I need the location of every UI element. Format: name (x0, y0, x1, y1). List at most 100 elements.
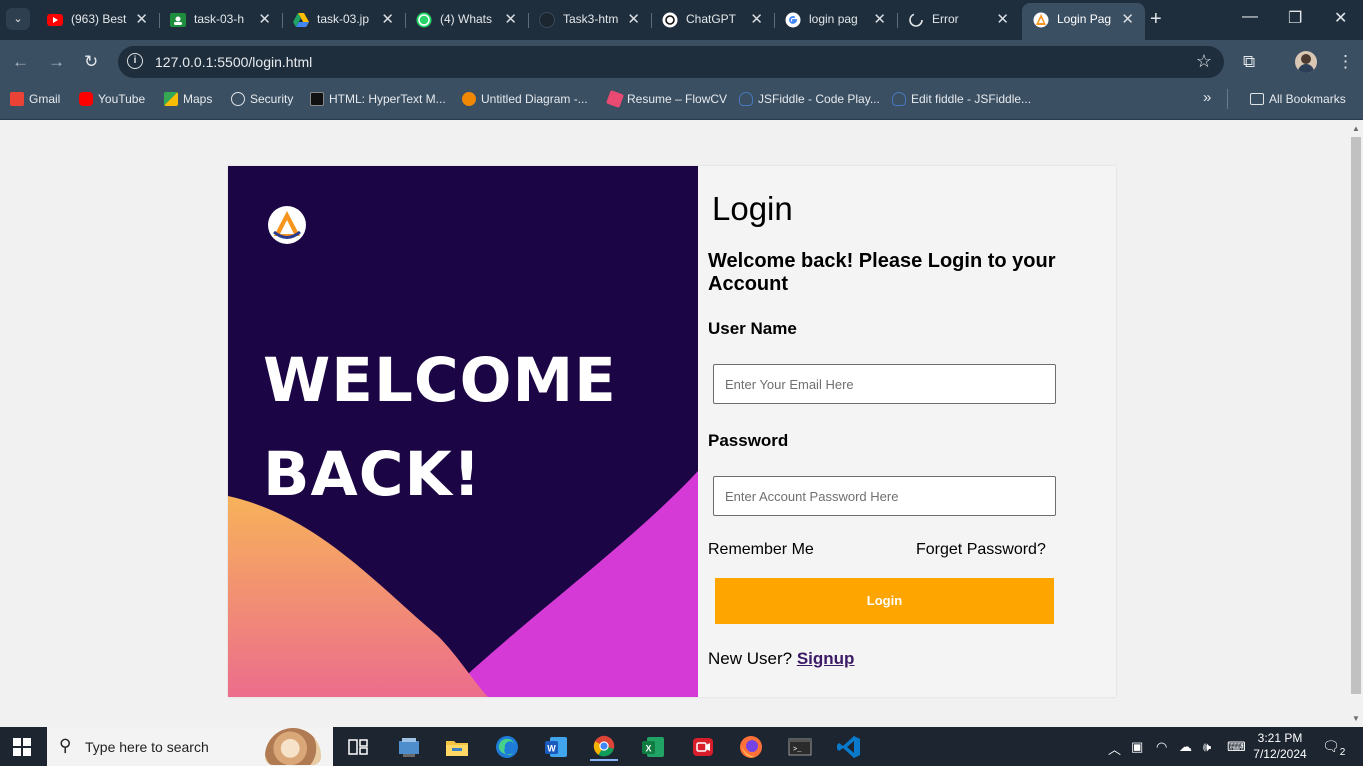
tab-strip: ⌄ (963) Best ✕ task-03-h ✕ task-03.jp ✕ … (0, 0, 1363, 40)
vscode-icon[interactable] (835, 733, 863, 761)
file-explorer-icon[interactable] (443, 733, 471, 761)
forgot-password-link[interactable]: Forget Password? (916, 541, 1046, 559)
word-icon[interactable]: W (542, 733, 570, 761)
remember-me-label[interactable]: Remember Me (708, 541, 814, 559)
chrome-icon[interactable] (590, 733, 618, 761)
notifications-icon[interactable]: 🗨2 (1322, 738, 1345, 758)
windows-taskbar: ⚲ Type here to search W X >_ ︿ ▣ ◠ ☁ 🕪 ⌨… (0, 727, 1363, 766)
task-view-icon[interactable] (344, 733, 372, 761)
tray-chevron-up-icon[interactable]: ︿ (1108, 739, 1121, 758)
scroll-up-arrow-icon[interactable]: ▲ (1352, 124, 1360, 133)
bookmarks-bar: Gmail YouTube Maps Security HTML: HyperT… (0, 84, 1363, 120)
tab-drive[interactable]: task-03.jp ✕ (282, 5, 406, 35)
onedrive-cloud-icon[interactable]: ☁ (1179, 739, 1192, 755)
hero-title-line1: WELCOME (263, 345, 617, 416)
bookmarks-divider (1227, 89, 1228, 109)
extensions-puzzle-icon[interactable]: ⧉ (1243, 52, 1255, 72)
close-tab-icon[interactable]: ✕ (750, 10, 763, 28)
system-clock[interactable]: 3:21 PM 7/12/2024 (1250, 730, 1310, 762)
site-info-icon[interactable]: i (127, 53, 143, 69)
bookmark-mdn[interactable]: HTML: HyperText M... (310, 92, 446, 110)
jsfiddle-icon (739, 92, 753, 106)
input-indicator-icon[interactable]: ⌨ (1227, 739, 1246, 755)
tab-title: ChatGPT (686, 12, 737, 26)
search-highlight-shell-image (265, 728, 321, 765)
volume-icon[interactable]: 🕪 (1203, 739, 1211, 755)
hero-title: WELCOME BACK! (263, 334, 617, 522)
whatsapp-icon (416, 12, 432, 28)
username-label: User Name (708, 319, 797, 338)
scrollbar-thumb[interactable] (1351, 137, 1361, 694)
tab-login-page[interactable]: Login Pag ✕ (1022, 3, 1145, 40)
folder-icon (1250, 93, 1264, 105)
close-tab-icon[interactable]: ✕ (873, 10, 886, 28)
wifi-icon[interactable]: ◠ (1156, 739, 1167, 755)
bookmarks-overflow-chevron-icon[interactable]: » (1203, 89, 1211, 107)
email-input[interactable] (713, 364, 1056, 404)
tab-chatgpt[interactable]: ChatGPT ✕ (651, 5, 775, 35)
close-tab-icon[interactable]: ✕ (258, 10, 271, 28)
svg-text:W: W (547, 744, 556, 754)
reload-icon[interactable]: ↻ (84, 52, 98, 72)
firefox-icon[interactable] (737, 733, 765, 761)
bookmark-drawio[interactable]: Untitled Diagram -... (462, 92, 588, 110)
close-tab-icon[interactable]: ✕ (1121, 10, 1134, 28)
taskbar-search-box[interactable]: ⚲ Type here to search (47, 727, 333, 766)
close-tab-icon[interactable]: ✕ (627, 10, 640, 28)
all-bookmarks-folder[interactable]: All Bookmarks (1250, 92, 1346, 110)
back-arrow-icon[interactable]: ← (12, 52, 29, 72)
bookmark-maps[interactable]: Maps (164, 92, 212, 110)
close-tab-icon[interactable]: ✕ (504, 10, 517, 28)
bookmark-jsfiddle[interactable]: JSFiddle - Code Play... (739, 92, 880, 110)
github-icon (539, 12, 555, 28)
bookmark-gmail[interactable]: Gmail (10, 92, 60, 110)
tab-google[interactable]: login pag ✕ (774, 5, 898, 35)
bookmark-label: Edit fiddle - JSFiddle... (911, 92, 1032, 106)
close-tab-icon[interactable]: ✕ (381, 10, 394, 28)
login-button[interactable]: Login (715, 578, 1054, 624)
edge-icon[interactable] (493, 733, 521, 761)
mdn-icon (310, 92, 324, 106)
url-text[interactable]: 127.0.0.1:5500/login.html (155, 54, 312, 70)
forward-arrow-icon[interactable]: → (48, 52, 65, 72)
tab-title: Login Pag (1057, 12, 1112, 26)
bookmark-label: Security (250, 92, 294, 106)
windows-start-icon[interactable] (13, 738, 31, 756)
bookmark-star-icon[interactable]: ☆ (1196, 51, 1212, 72)
new-tab-button[interactable]: + (1150, 8, 1162, 31)
google-icon (785, 12, 801, 28)
bookmark-youtube[interactable]: YouTube (79, 92, 145, 110)
restore-icon[interactable]: ❐ (1288, 8, 1302, 28)
tab-search-chevron-down-icon[interactable]: ⌄ (6, 8, 30, 30)
browser-toolbar: ← → ↻ i 127.0.0.1:5500/login.html ☆ ⧉ ⋮ (0, 40, 1363, 84)
tab-whatsapp[interactable]: (4) Whats ✕ (405, 5, 529, 35)
bookmark-security[interactable]: Security (231, 92, 293, 110)
tab-classroom[interactable]: task-03-h ✕ (159, 5, 283, 35)
close-window-icon[interactable]: ✕ (1334, 8, 1347, 28)
google-drive-icon (293, 13, 309, 27)
close-tab-icon[interactable]: ✕ (996, 10, 1009, 28)
kebab-menu-icon[interactable]: ⋮ (1337, 52, 1354, 72)
password-input[interactable] (713, 476, 1056, 516)
address-bar[interactable]: i 127.0.0.1:5500/login.html ☆ (118, 46, 1224, 78)
screen-recorder-icon[interactable] (689, 733, 717, 761)
file-explorer-alt-icon[interactable] (395, 733, 423, 761)
tab-github[interactable]: Task3-htm ✕ (528, 5, 652, 35)
tab-error[interactable]: Error ✕ (897, 5, 1020, 35)
page-scrollbar[interactable]: ▲ ▼ (1349, 120, 1363, 727)
tab-title: task-03-h (194, 12, 245, 26)
bookmark-flowcv[interactable]: Resume – FlowCV (606, 90, 727, 110)
tab-title: login pag (809, 12, 858, 26)
chatgpt-icon (662, 12, 678, 28)
terminal-icon[interactable]: >_ (786, 733, 814, 761)
signup-link[interactable]: Signup (797, 649, 855, 668)
profile-avatar[interactable] (1295, 51, 1317, 73)
bookmark-edit-fiddle[interactable]: Edit fiddle - JSFiddle... (892, 92, 1031, 110)
close-tab-icon[interactable]: ✕ (135, 10, 148, 28)
excel-icon[interactable]: X (639, 733, 667, 761)
tab-youtube[interactable]: (963) Best ✕ (36, 5, 160, 35)
scroll-down-arrow-icon[interactable]: ▼ (1352, 714, 1360, 723)
minimize-icon[interactable]: — (1242, 8, 1258, 26)
battery-saver-icon[interactable]: ▣ (1131, 739, 1143, 755)
tab-title: (4) Whats (440, 12, 493, 26)
